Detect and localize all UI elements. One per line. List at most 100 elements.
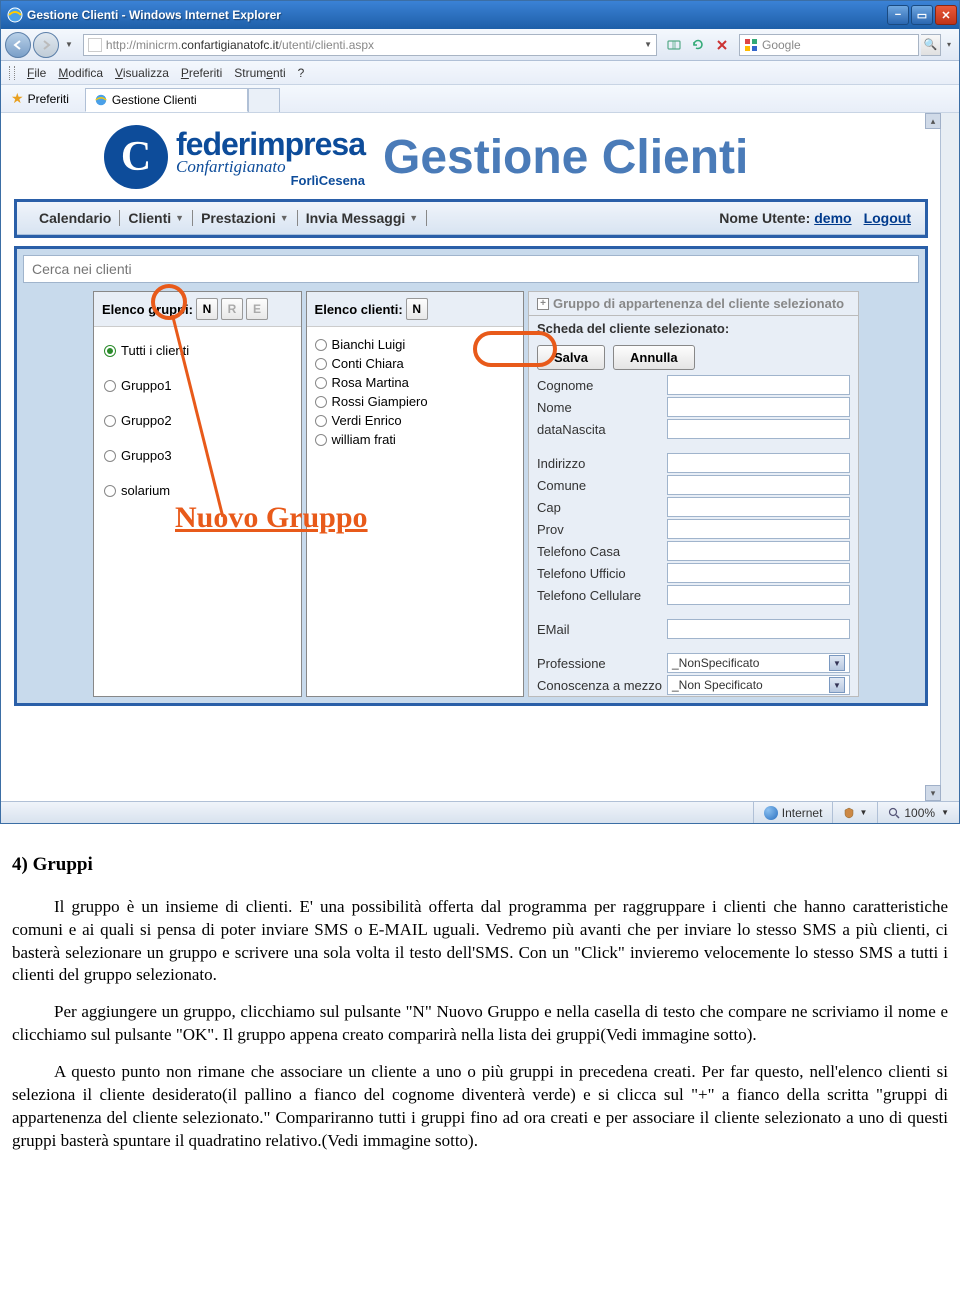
field-label: Cognome xyxy=(537,378,667,393)
clients-panel: Elenco clienti: N Bianchi Luigi Conti Ch… xyxy=(306,291,524,697)
nome-field[interactable] xyxy=(667,397,850,417)
zoom-icon xyxy=(888,807,900,819)
minimize-button[interactable]: − xyxy=(887,5,909,25)
group-item-all[interactable]: Tutti i clienti xyxy=(104,343,291,358)
forward-button[interactable] xyxy=(33,32,59,58)
group-item[interactable]: Gruppo1 xyxy=(104,378,291,393)
page-viewport: ▴ ▾ C federimpresa Confartigianato Forlì… xyxy=(1,113,959,801)
menu-invia[interactable]: Invia Messaggi▼ xyxy=(298,210,428,226)
new-group-button[interactable]: N xyxy=(196,298,218,320)
indirizzo-field[interactable] xyxy=(667,453,850,473)
ie-logo-icon xyxy=(7,7,23,23)
refresh-icon[interactable] xyxy=(687,34,709,56)
group-item[interactable]: Gruppo3 xyxy=(104,448,291,463)
expand-icon[interactable]: + xyxy=(537,298,549,310)
client-item[interactable]: Bianchi Luigi xyxy=(315,337,515,352)
professione-select[interactable]: _NonSpecificato▼ xyxy=(667,653,850,673)
field-label: Nome xyxy=(537,400,667,415)
client-item[interactable]: Rossi Giampiero xyxy=(315,394,515,409)
menu-help[interactable]: ? xyxy=(298,66,305,80)
teluff-field[interactable] xyxy=(667,563,850,583)
address-bar[interactable]: http://minicrm.confartigianatofc.it/uten… xyxy=(83,34,657,56)
prov-field[interactable] xyxy=(667,519,850,539)
nav-dropdown-icon[interactable]: ▼ xyxy=(61,40,77,49)
compat-icon[interactable] xyxy=(663,34,685,56)
cognome-field[interactable] xyxy=(667,375,850,395)
email-field[interactable] xyxy=(667,619,850,639)
ie-window: Gestione Clienti - Windows Internet Expl… xyxy=(0,0,960,824)
scheda-header: Scheda del cliente selezionato: xyxy=(529,316,858,341)
menu-strumenti[interactable]: Strumenti xyxy=(234,66,285,80)
client-item[interactable]: Conti Chiara xyxy=(315,356,515,371)
chevron-down-icon: ▼ xyxy=(409,213,418,223)
conoscenza-select[interactable]: _Non Specificato▼ xyxy=(667,675,850,695)
menu-visualizza[interactable]: Visualizza xyxy=(115,66,169,80)
scroll-up-button[interactable]: ▴ xyxy=(925,113,941,129)
rename-group-button[interactable]: R xyxy=(221,298,243,320)
scroll-down-button[interactable]: ▾ xyxy=(925,785,941,801)
search-box[interactable]: Google xyxy=(739,34,919,56)
field-label: Telefono Cellulare xyxy=(537,588,667,603)
cap-field[interactable] xyxy=(667,497,850,517)
detail-panel: + Gruppo di appartenenza del cliente sel… xyxy=(528,291,859,697)
favorites-label: Preferiti xyxy=(28,92,69,106)
group-item[interactable]: solarium xyxy=(104,483,291,498)
back-button[interactable] xyxy=(5,32,31,58)
username-link[interactable]: demo xyxy=(814,210,851,226)
telcasa-field[interactable] xyxy=(667,541,850,561)
address-dropdown-icon[interactable]: ▼ xyxy=(644,40,652,49)
save-button[interactable]: Salva xyxy=(537,345,605,370)
logo-city: ForlìCesena xyxy=(176,173,365,188)
menu-prestazioni[interactable]: Prestazioni▼ xyxy=(193,210,298,226)
page-content: C federimpresa Confartigianato ForlìCese… xyxy=(1,113,941,718)
field-label: Telefono Casa xyxy=(537,544,667,559)
favorites-button[interactable]: ★ Preferiti xyxy=(5,87,75,110)
doc-paragraph: Per aggiungere un gruppo, clicchiamo sul… xyxy=(12,1001,948,1047)
stop-icon[interactable] xyxy=(711,34,733,56)
top-menu-frame: Calendario Clienti▼ Prestazioni▼ Invia M… xyxy=(14,199,928,238)
group-item[interactable]: Gruppo2 xyxy=(104,413,291,428)
federimpresa-logo: C federimpresa Confartigianato ForlìCese… xyxy=(104,125,365,189)
maximize-button[interactable]: ▭ xyxy=(911,5,933,25)
user-label: Nome Utente: xyxy=(719,210,810,226)
menu-clienti[interactable]: Clienti▼ xyxy=(120,210,193,226)
logout-link[interactable]: Logout xyxy=(864,210,911,226)
client-item[interactable]: Verdi Enrico xyxy=(315,413,515,428)
page-title: Gestione Clienti xyxy=(383,130,748,185)
menu-file[interactable]: File xyxy=(27,66,46,80)
search-input[interactable] xyxy=(23,255,919,283)
new-client-button[interactable]: N xyxy=(406,298,428,320)
delete-group-button[interactable]: E xyxy=(246,298,268,320)
menu-calendario[interactable]: Calendario xyxy=(31,210,120,226)
chevron-down-icon: ▼ xyxy=(175,213,184,223)
telcell-field[interactable] xyxy=(667,585,850,605)
tab-active[interactable]: Gestione Clienti xyxy=(85,88,248,112)
cancel-button[interactable]: Annulla xyxy=(613,345,695,370)
search-dropdown-icon[interactable]: ▾ xyxy=(943,40,955,49)
field-label: Telefono Ufficio xyxy=(537,566,667,581)
document-text: 4) Gruppi Il gruppo è un insieme di clie… xyxy=(0,824,960,1187)
nav-toolbar: ▼ http://minicrm.confartigianatofc.it/ut… xyxy=(1,29,959,61)
group-membership-header: + Gruppo di appartenenza del cliente sel… xyxy=(528,291,859,316)
app-menu: Calendario Clienti▼ Prestazioni▼ Invia M… xyxy=(17,202,925,235)
search-go-button[interactable]: 🔍 xyxy=(921,34,941,56)
menu-preferiti[interactable]: Preferiti xyxy=(181,66,222,80)
client-item[interactable]: william frati xyxy=(315,432,515,447)
new-tab-button[interactable] xyxy=(248,88,280,112)
groups-header: Elenco gruppi: xyxy=(102,302,193,317)
comune-field[interactable] xyxy=(667,475,850,495)
client-item[interactable]: Rosa Martina xyxy=(315,375,515,390)
titlebar: Gestione Clienti - Windows Internet Expl… xyxy=(1,1,959,29)
star-icon: ★ xyxy=(11,90,24,107)
datanascita-field[interactable] xyxy=(667,419,850,439)
chevron-down-icon: ▼ xyxy=(280,213,289,223)
status-protected[interactable]: ▼ xyxy=(832,802,877,823)
favorites-bar: ★ Preferiti Gestione Clienti xyxy=(1,85,959,113)
main-frame: Elenco gruppi: N R E Tutti i clienti Gru… xyxy=(14,246,928,706)
status-zoom[interactable]: 100% ▼ xyxy=(877,802,959,823)
close-button[interactable]: ✕ xyxy=(935,5,957,25)
logo-row: C federimpresa Confartigianato ForlìCese… xyxy=(9,125,933,189)
menu-modifica[interactable]: Modifica xyxy=(58,66,103,80)
shield-icon xyxy=(843,807,855,819)
field-label: Prov xyxy=(537,522,667,537)
